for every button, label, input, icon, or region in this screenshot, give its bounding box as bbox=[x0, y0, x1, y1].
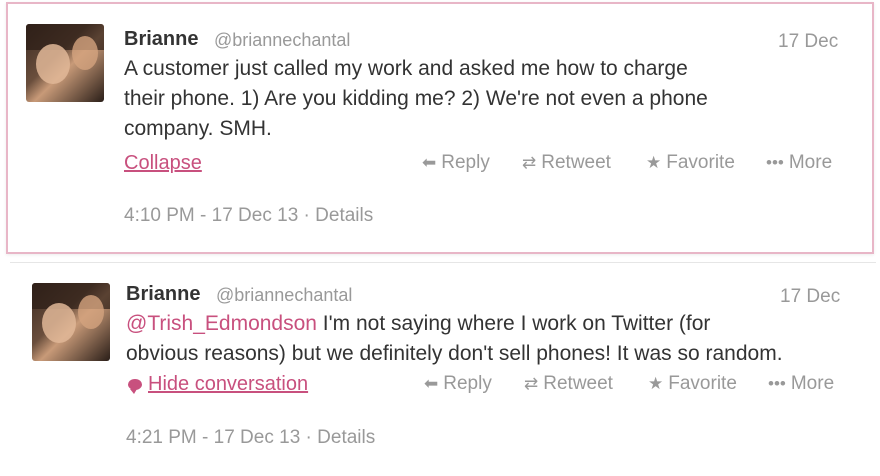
reply-label: Reply bbox=[443, 373, 492, 394]
avatar[interactable] bbox=[32, 283, 110, 361]
details-link[interactable]: Details bbox=[317, 427, 375, 448]
details-link[interactable]: Details bbox=[315, 205, 373, 226]
collapse-link[interactable]: Collapse bbox=[124, 152, 202, 175]
tweet-timestamp-row: 4:10 PM - 17 Dec 13 · Details bbox=[124, 205, 373, 227]
tweet-text-line: their phone. 1) Are you kidding me? 2) W… bbox=[124, 87, 708, 110]
tweet-text-line: obvious reasons) but we definitely don't… bbox=[126, 342, 783, 365]
tweet-timestamp-row: 4:21 PM - 17 Dec 13 · Details bbox=[126, 427, 375, 449]
separator-dot: · bbox=[305, 427, 318, 448]
tweet-text-line: @Trish_Edmondson I'm not saying where I … bbox=[126, 309, 866, 339]
mention-link[interactable]: @Trish_Edmondson bbox=[126, 312, 317, 335]
tweet-date[interactable]: 17 Dec bbox=[780, 286, 840, 308]
tweet-card[interactable]: Brianne @briannechantal 17 Dec A custome… bbox=[6, 2, 874, 254]
favorite-button[interactable]: ★ Favorite bbox=[646, 152, 735, 174]
reply-button[interactable]: ⬅ Reply bbox=[424, 373, 492, 395]
avatar[interactable] bbox=[26, 24, 104, 102]
tweet-text-line: A customer just called my work and asked… bbox=[124, 57, 688, 80]
reply-icon: ⬅ bbox=[424, 374, 439, 393]
tweet-card[interactable]: Brianne @briannechantal 17 Dec @Trish_Ed… bbox=[10, 262, 876, 474]
author-name[interactable]: Brianne bbox=[124, 28, 198, 51]
retweet-icon: ⇄ bbox=[522, 153, 537, 172]
ellipsis-icon: ••• bbox=[768, 374, 786, 393]
author-handle[interactable]: @briannechantal bbox=[214, 30, 350, 51]
favorite-label: Favorite bbox=[666, 152, 735, 173]
separator-dot: · bbox=[303, 205, 316, 226]
retweet-label: Retweet bbox=[541, 152, 611, 173]
hide-conversation-link[interactable]: Hide conversation bbox=[148, 373, 308, 396]
tweet-date[interactable]: 17 Dec bbox=[778, 31, 838, 53]
retweet-icon: ⇄ bbox=[524, 374, 539, 393]
more-label: More bbox=[790, 373, 835, 394]
reply-icon: ⬅ bbox=[422, 153, 437, 172]
author-name[interactable]: Brianne bbox=[126, 283, 200, 306]
speech-bubble-icon bbox=[128, 379, 142, 394]
tweet-text-line: company. SMH. bbox=[124, 117, 272, 140]
tweet-text-fragment: I'm not saying where I work on Twitter (… bbox=[316, 312, 711, 335]
reply-label: Reply bbox=[441, 152, 490, 173]
more-label: More bbox=[788, 152, 833, 173]
retweet-button[interactable]: ⇄ Retweet bbox=[524, 373, 613, 395]
more-button[interactable]: ••• More bbox=[766, 152, 832, 174]
favorite-label: Favorite bbox=[668, 373, 737, 394]
tweet-text: A customer just called my work and asked… bbox=[124, 54, 844, 144]
retweet-button[interactable]: ⇄ Retweet bbox=[522, 152, 611, 174]
tweet-timestamp[interactable]: 4:10 PM - 17 Dec 13 bbox=[124, 205, 298, 226]
retweet-label: Retweet bbox=[543, 373, 613, 394]
star-icon: ★ bbox=[646, 153, 662, 172]
ellipsis-icon: ••• bbox=[766, 153, 784, 172]
author-handle[interactable]: @briannechantal bbox=[216, 285, 352, 306]
tweet-timestamp[interactable]: 4:21 PM - 17 Dec 13 bbox=[126, 427, 300, 448]
reply-button[interactable]: ⬅ Reply bbox=[422, 152, 490, 174]
tweet-text: @Trish_Edmondson I'm not saying where I … bbox=[126, 309, 866, 369]
star-icon: ★ bbox=[648, 374, 664, 393]
more-button[interactable]: ••• More bbox=[768, 373, 834, 395]
favorite-button[interactable]: ★ Favorite bbox=[648, 373, 737, 395]
